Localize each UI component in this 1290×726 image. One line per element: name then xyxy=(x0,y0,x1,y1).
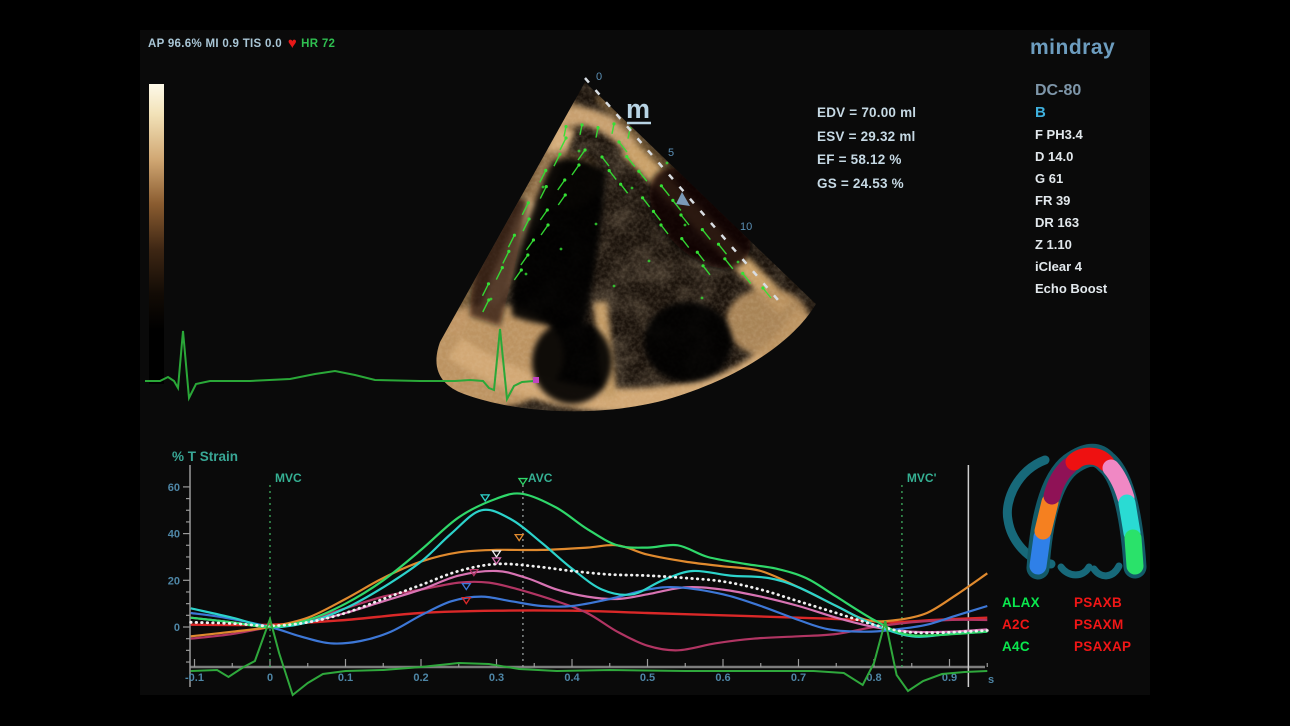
legend-item-psaxap: PSAXAP xyxy=(1074,636,1154,658)
parameter-item: iClear 4 xyxy=(1035,256,1107,278)
segment-left-mid xyxy=(1043,502,1050,531)
segment-left-top xyxy=(1052,466,1069,496)
segment-right-bottom xyxy=(1133,538,1135,566)
measurement-results: EDV = 70.00 mlESV = 29.32 mlEF = 58.12 %… xyxy=(817,101,916,195)
y-tick-label: 60 xyxy=(168,482,180,494)
legend-item-a4c: A4C xyxy=(1002,636,1074,658)
x-tick-label: 0.7 xyxy=(791,672,806,684)
parameter-item: Z 1.10 xyxy=(1035,234,1107,256)
parameter-item: DR 163 xyxy=(1035,212,1107,234)
y-tick-label: 0 xyxy=(174,622,180,634)
strain-chart: % T Strain 0 20 40 60 -0.1 0 0.1 0.2 0.3 0.4 0.5 0.6… xyxy=(140,440,1000,705)
orientation-marker-m: m xyxy=(626,94,650,124)
orientation-marker: m xyxy=(626,94,651,124)
parameter-item: DC-80 xyxy=(1035,80,1107,102)
lv-segment-icon xyxy=(998,440,1148,590)
measurement-line: GS = 24.53 % xyxy=(817,172,916,196)
parameter-item: G 61 xyxy=(1035,168,1107,190)
segment-left-bottom xyxy=(1038,537,1042,566)
peak-marker xyxy=(481,495,489,501)
x-tick-label: 0.6 xyxy=(715,672,730,684)
legend-item-a2c: A2C xyxy=(1002,614,1074,636)
depth-label-5: 5 xyxy=(668,147,674,159)
legend-item-psaxm: PSAXM xyxy=(1074,614,1154,636)
legend-item-psaxb: PSAXB xyxy=(1074,592,1154,614)
event-label: MVC' xyxy=(907,471,937,485)
y-tick-label: 40 xyxy=(168,529,180,541)
imaging-parameters: DC-80BF PH3.4D 14.0G 61FR 39DR 163Z 1.10… xyxy=(1035,80,1107,300)
event-label: AVC xyxy=(528,471,553,485)
y-tick-label: 20 xyxy=(168,575,180,587)
event-label: MVC xyxy=(275,471,302,485)
legend-item-alax: ALAX xyxy=(1002,592,1074,614)
x-tick-label: 0.2 xyxy=(413,672,428,684)
ultrasound-image: 0 5 10 m xyxy=(140,30,1150,440)
x-tick-label: 0.4 xyxy=(564,672,580,684)
x-tick-label: 0 xyxy=(267,672,273,684)
parameter-item: B xyxy=(1035,102,1107,124)
chart-title: % T Strain xyxy=(172,449,238,464)
mindray-logo: mindray xyxy=(1030,36,1115,60)
x-tick-label: 0.5 xyxy=(640,672,655,684)
view-legend: ALAXPSAXBA2CPSAXMA4CPSAXAP xyxy=(1002,592,1154,658)
measurement-line: EDV = 70.00 ml xyxy=(817,101,916,125)
x-tick-label: -0.1 xyxy=(185,672,204,684)
parameter-item: F PH3.4 xyxy=(1035,124,1107,146)
depth-label-0: 0 xyxy=(596,71,602,83)
segment-apex-cap xyxy=(1074,456,1106,463)
brand-box: mindray xyxy=(1030,36,1115,60)
parameter-item: Echo Boost xyxy=(1035,278,1107,300)
peak-marker xyxy=(493,551,501,557)
x-axis-unit: s xyxy=(988,674,994,686)
x-tick-label: 0.1 xyxy=(338,672,353,684)
measurement-line: ESV = 29.32 ml xyxy=(817,125,916,149)
peak-marker xyxy=(519,479,527,485)
segment-right-mid xyxy=(1127,503,1132,533)
depth-label-10: 10 xyxy=(740,221,752,233)
x-tick-label: 0.3 xyxy=(489,672,504,684)
ultrasound-screen: AP 96.6% MI 0.9 TIS 0.0 ♥ HR 72 xyxy=(0,0,1290,726)
parameter-item: FR 39 xyxy=(1035,190,1107,212)
measurement-line: EF = 58.12 % xyxy=(817,148,916,172)
peak-marker xyxy=(515,535,523,541)
parameter-item: D 14.0 xyxy=(1035,146,1107,168)
peak-marker xyxy=(462,584,470,590)
ecg-timing-marker xyxy=(533,377,539,383)
